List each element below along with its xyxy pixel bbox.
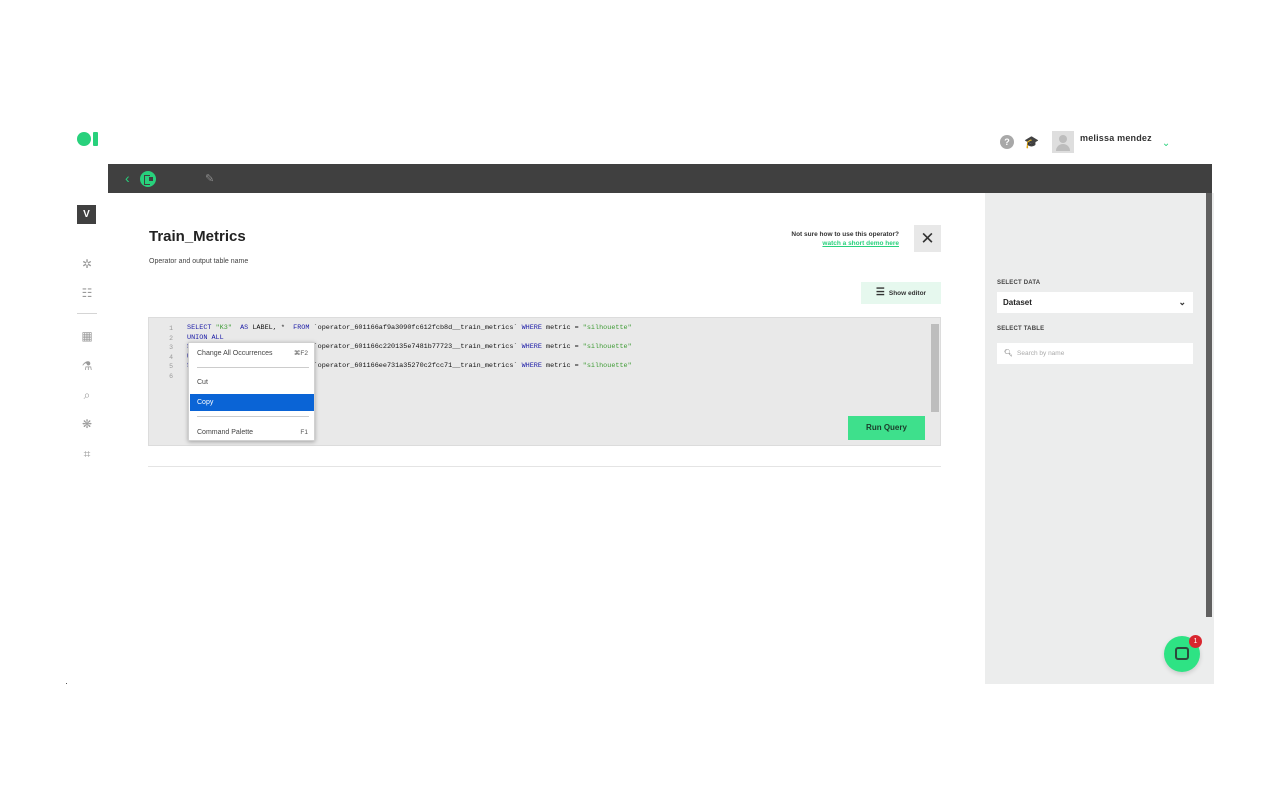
line-number: 3 <box>169 344 173 351</box>
graduation-cap-icon[interactable]: 🎓 <box>1024 135 1039 149</box>
demo-link[interactable]: watch a short demo here <box>760 240 899 247</box>
analytics-icon[interactable]: ⌕ <box>79 388 95 402</box>
line-number: 2 <box>169 334 173 342</box>
table-search-input[interactable]: 🔍︎ Search by name <box>997 343 1193 364</box>
select-data-label: SELECT DATA <box>997 280 1041 286</box>
pencil-icon[interactable]: ✎ <box>205 172 214 185</box>
line-number: 5 <box>169 363 173 370</box>
chat-badge: 1 <box>1189 635 1202 648</box>
code-line[interactable]: SELECT "K3" AS LABEL, * FROM `operator_6… <box>187 324 927 334</box>
menu-item-change-all-occurrences[interactable]: Change All Occurrences ⌘F2 <box>190 345 314 362</box>
editor-scrollbar[interactable] <box>931 324 939 412</box>
page-scrollbar[interactable] <box>1206 193 1212 617</box>
stray-dot <box>66 683 67 684</box>
dataset-select-value: Dataset <box>1003 298 1032 307</box>
app-logo[interactable] <box>77 132 99 146</box>
show-editor-button[interactable]: ☰ Show editor <box>861 282 941 304</box>
menu-item-label: Copy <box>197 399 214 406</box>
run-query-button[interactable]: Run Query <box>848 416 925 440</box>
menu-item-copy[interactable]: Copy <box>190 394 314 411</box>
avatar[interactable] <box>1052 131 1074 153</box>
user-name[interactable]: melissa mendez <box>1080 133 1152 143</box>
menu-item-label: Command Palette <box>197 429 254 436</box>
select-table-label: SELECT TABLE <box>997 326 1045 332</box>
menu-separator <box>197 416 309 417</box>
search-placeholder: Search by name <box>1017 350 1065 357</box>
sidebar-divider <box>77 313 97 314</box>
menu-item-shortcut: F1 <box>300 429 308 436</box>
lines-icon: ☰ <box>875 287 885 298</box>
team-icon[interactable]: ☷ <box>79 286 95 300</box>
context-menu: Change All Occurrences ⌘F2 Cut Copy Comm… <box>188 342 315 441</box>
menu-item-command-palette[interactable]: Command Palette F1 <box>190 424 314 441</box>
workspace-badge[interactable]: V <box>77 205 96 224</box>
dashboard-icon[interactable]: ▦ <box>79 329 95 343</box>
section-divider <box>148 466 941 467</box>
line-number: 1 <box>169 325 173 332</box>
chevron-down-icon: ⌄ <box>1178 297 1186 307</box>
code-icon[interactable]: ⌗ <box>79 447 95 461</box>
show-editor-label: Show editor <box>888 289 927 297</box>
experiments-icon[interactable]: ⚗ <box>79 359 95 373</box>
line-number: 4 <box>169 353 173 361</box>
chat-icon <box>1175 647 1189 660</box>
logo-dot <box>77 132 91 146</box>
models-icon[interactable]: ❋ <box>79 417 95 431</box>
back-arrow-icon[interactable]: ‹ <box>125 170 130 186</box>
line-gutter: 1 2 3 4 5 6 <box>149 324 173 381</box>
search-icon: 🔍︎ <box>1004 350 1013 357</box>
operator-subtitle: Operator and output table name <box>149 258 249 265</box>
operator-toolbar: ‹ ✎ <box>108 164 1212 193</box>
help-question: Not sure how to use this operator? <box>791 231 899 238</box>
flow-icon[interactable]: ✲ <box>79 257 95 271</box>
close-button[interactable]: ✕ <box>914 225 941 252</box>
logo-bar <box>93 132 98 146</box>
operator-icon <box>140 171 156 187</box>
sidebar: V ✲ ☷ ▦ ⚗ ⌕ ❋ ⌗ <box>77 205 97 461</box>
menu-item-shortcut: ⌘F2 <box>293 350 308 357</box>
close-icon: ✕ <box>920 229 935 248</box>
line-number: 6 <box>169 372 173 380</box>
dataset-select[interactable]: Dataset ⌄ <box>997 292 1193 313</box>
operator-title[interactable]: Train_Metrics <box>149 228 246 245</box>
right-panel <box>985 193 1214 684</box>
menu-separator <box>197 367 309 368</box>
menu-item-label: Change All Occurrences <box>197 350 273 357</box>
menu-item-cut[interactable]: Cut <box>190 374 314 391</box>
menu-item-label: Cut <box>197 379 208 386</box>
user-toolbar: ? 🎓 melissa mendez ⌄ <box>1000 130 1170 154</box>
help-icon[interactable]: ? <box>1000 135 1014 149</box>
chevron-down-icon[interactable]: ⌄ <box>1162 138 1170 149</box>
